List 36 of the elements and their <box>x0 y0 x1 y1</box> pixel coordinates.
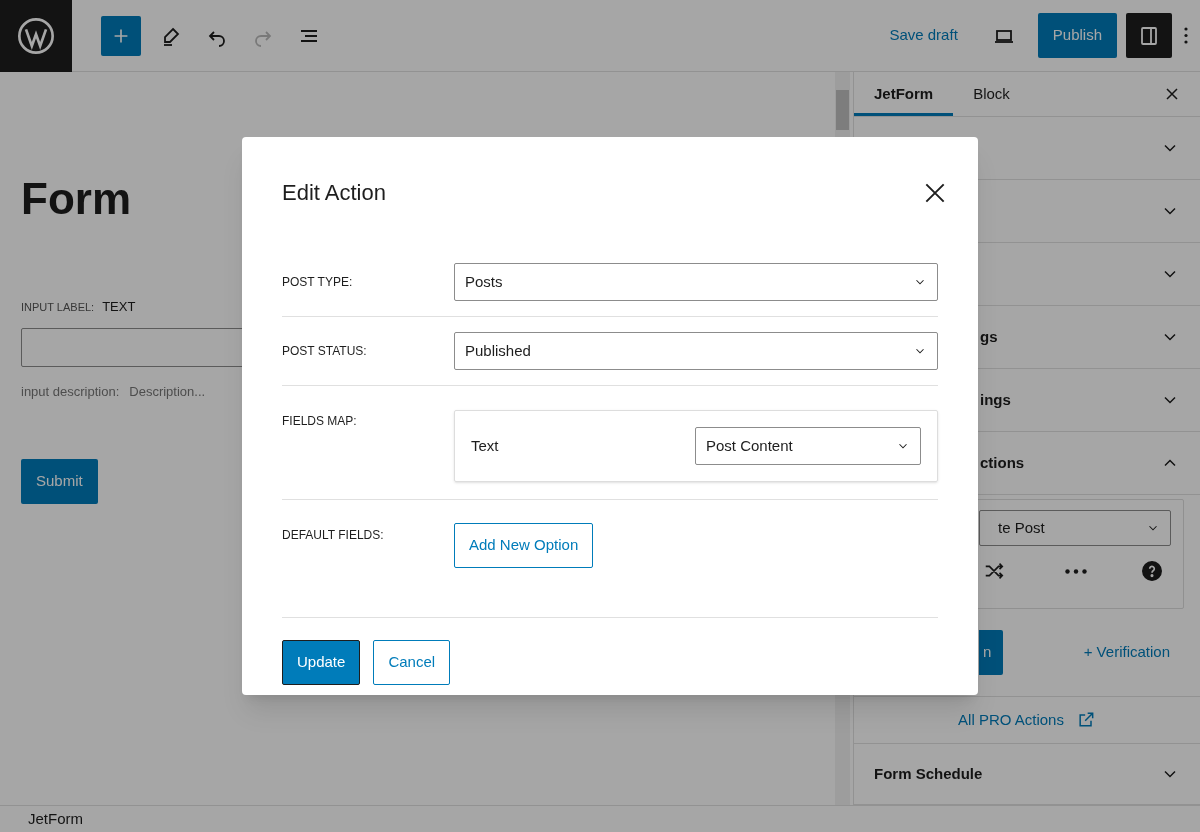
help-icon <box>1141 560 1163 582</box>
field-label: INPUT LABEL: <box>21 299 95 315</box>
form-title: Form <box>21 177 131 221</box>
logo-icon <box>16 15 56 56</box>
save-draft-button[interactable]: Save draft <box>881 15 966 56</box>
description-value: Description... <box>129 382 206 401</box>
field-label-value: TEXT <box>102 298 136 316</box>
field-label: POST STATUS: <box>282 343 368 360</box>
dropdown-select[interactable]: Post Content <box>695 427 921 465</box>
field-label: POST TYPE: <box>282 274 354 291</box>
dropdown-select[interactable]: Published <box>454 332 938 370</box>
help-button[interactable] <box>1141 560 1163 582</box>
sidebar-toggle-button[interactable] <box>1126 13 1172 58</box>
site-logo-button[interactable] <box>0 0 72 72</box>
more-button[interactable] <box>1065 568 1087 574</box>
vertical-dots-icon <box>1184 27 1188 44</box>
add-block-button[interactable] <box>101 15 141 56</box>
field-name: Text <box>471 435 499 456</box>
add-option-button[interactable]: Add New Option <box>454 523 594 568</box>
update-button[interactable]: Update <box>282 640 361 685</box>
field-label: FIELDS MAP: <box>282 413 358 430</box>
pro-actions-link[interactable]: All PRO Actions <box>958 708 1064 732</box>
sidebar-tab[interactable]: Block <box>953 72 1030 116</box>
dropdown-select[interactable]: Posts <box>454 263 938 301</box>
breadcrumb[interactable]: JetForm <box>28 807 83 831</box>
cancel-button[interactable]: Cancel <box>373 640 451 685</box>
submit-button[interactable]: Submit <box>21 459 98 504</box>
publish-button[interactable]: Publish <box>1037 13 1117 58</box>
verification-link[interactable]: + Verification <box>1083 641 1170 664</box>
field-label: DEFAULT FIELDS: <box>282 527 385 544</box>
sidebar-tab[interactable]: JetForm <box>854 72 954 116</box>
action-type-select[interactable]: te Post <box>979 510 1171 546</box>
dialog-title: Edit Action <box>282 179 386 207</box>
add-action-button[interactable]: n <box>979 630 1003 675</box>
description-label: input description: <box>21 382 120 401</box>
horizontal-dots-icon <box>1065 568 1087 574</box>
